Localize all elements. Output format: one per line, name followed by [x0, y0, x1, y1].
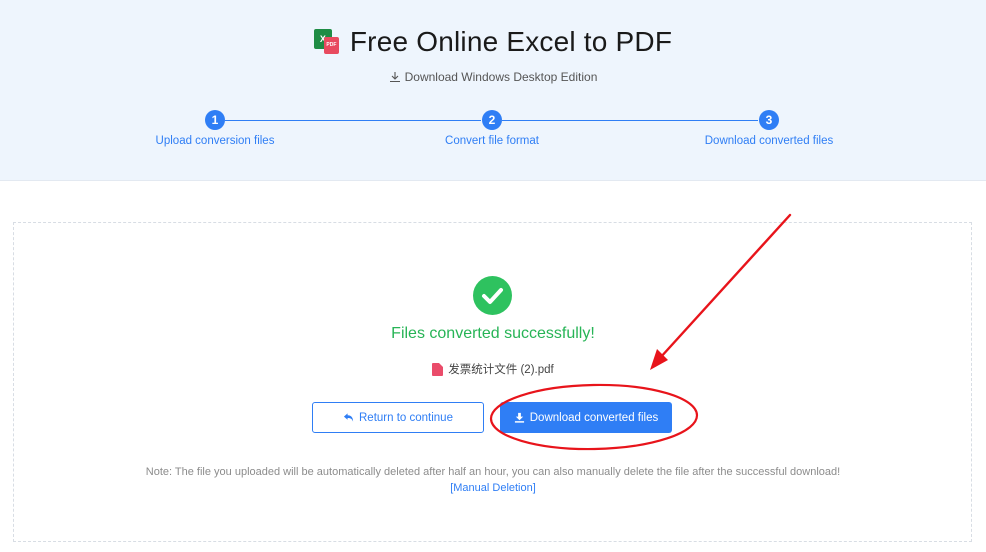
converted-file-row: 发票统计文件 (2).pdf: [0, 360, 986, 378]
auto-delete-note: Note: The file you uploaded will be auto…: [145, 466, 841, 478]
check-glyph: [482, 288, 503, 304]
converted-file-name: 发票统计文件 (2).pdf: [448, 364, 554, 376]
step-label: Download converted files: [704, 135, 834, 147]
page-title: Free Online Excel to PDF: [349, 26, 673, 57]
progress-steps: 1 Upload conversion files 2 Convert file…: [0, 110, 986, 152]
pdf-file-icon: [432, 362, 444, 376]
step-number: 2: [482, 110, 502, 130]
result-panel: [13, 222, 972, 542]
step-number: 3: [759, 110, 779, 130]
step-label: Convert file format: [445, 135, 539, 147]
return-to-continue-button[interactable]: Return to continue: [312, 402, 484, 433]
download-desktop-link[interactable]: Download Windows Desktop Edition: [0, 69, 986, 85]
step-convert: 2 Convert file format: [392, 110, 592, 147]
download-button-label: Download converted files: [529, 411, 659, 424]
download-converted-files-button[interactable]: Download converted files: [500, 402, 672, 433]
checkmark-circle-icon: [473, 276, 512, 315]
manual-deletion-link[interactable]: [Manual Deletion]: [0, 482, 986, 494]
download-desktop-label: Download Windows Desktop Edition: [404, 70, 598, 84]
title-row: X PDF Free Online Excel to PDF: [0, 24, 986, 60]
step-download: 3 Download converted files: [669, 110, 869, 147]
pdf-logo-badge: PDF: [323, 37, 339, 54]
step-label: Upload conversion files: [155, 135, 275, 147]
return-arrow-icon: [343, 413, 354, 422]
step-upload: 1 Upload conversion files: [115, 110, 315, 147]
return-button-label: Return to continue: [359, 411, 453, 424]
excel-to-pdf-logo-icon: X PDF: [313, 29, 340, 55]
step-number: 1: [205, 110, 225, 130]
download-icon: [514, 412, 524, 423]
success-message: Files converted successfully!: [391, 325, 595, 342]
download-arrow-icon: [389, 72, 400, 83]
page-header: X PDF Free Online Excel to PDF Download …: [0, 0, 986, 181]
